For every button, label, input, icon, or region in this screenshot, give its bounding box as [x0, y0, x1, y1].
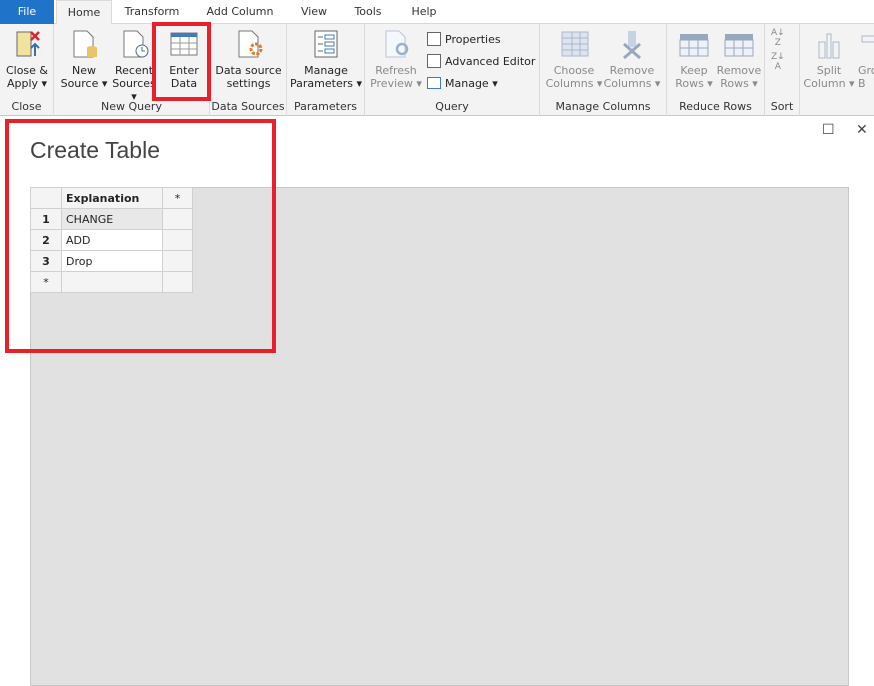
group-by-icon	[861, 35, 874, 43]
choose-columns-icon	[561, 31, 589, 57]
split-column-button[interactable]: Split Column ▾	[802, 28, 856, 90]
maximize-button[interactable]: ☐	[822, 122, 835, 138]
remove-rows-button[interactable]: Remove Rows ▾	[715, 28, 763, 90]
tab-file[interactable]: File	[0, 0, 54, 24]
group-by-button[interactable]: GroB	[858, 28, 874, 90]
advanced-editor-button[interactable]: Advanced Editor	[427, 52, 535, 70]
remove-columns-icon	[623, 31, 641, 60]
properties-icon	[427, 32, 441, 46]
tab-tools[interactable]: Tools	[346, 0, 390, 24]
remove-rows-icon	[724, 34, 754, 57]
sort-descending-button[interactable]: Z↓ A	[771, 52, 785, 72]
ribbon: Close & Apply ▾ Close New Source ▾ Recent S…	[0, 24, 874, 116]
data-source-settings-icon	[238, 30, 262, 58]
advanced-editor-icon	[427, 54, 441, 68]
manage-parameters-button[interactable]: Manage Parameters ▾	[289, 28, 363, 90]
data-source-settings-button[interactable]: Data source settings	[212, 28, 285, 90]
tab-help[interactable]: Help	[404, 0, 444, 24]
tab-home[interactable]: Home	[56, 0, 112, 25]
close-apply-button[interactable]: Close & Apply ▾	[2, 28, 52, 90]
recent-sources-icon	[123, 30, 149, 58]
tab-view[interactable]: View	[294, 0, 334, 24]
group-reduce-rows: Keep Rows ▾ Remove Rows ▾ Reduce Rows	[667, 24, 765, 116]
group-close: Close & Apply ▾ Close	[0, 24, 54, 116]
ribbon-tabs: File Home Transform Add Column View Tool…	[0, 0, 874, 25]
group-sort: A↓ Z Z↓ A Sort	[765, 24, 800, 116]
choose-columns-button[interactable]: Choose Columns ▾	[544, 28, 604, 90]
new-source-button[interactable]: New Source ▾	[60, 28, 108, 90]
refresh-icon	[385, 30, 409, 58]
manage-button[interactable]: Manage ▾	[427, 74, 498, 92]
manage-table-icon	[427, 77, 441, 89]
enter-data-highlight	[152, 22, 211, 101]
close-apply-icon	[16, 31, 40, 57]
split-column-icon	[818, 33, 840, 59]
new-source-icon	[73, 30, 97, 58]
keep-rows-icon	[679, 34, 709, 57]
sort-ascending-button[interactable]: A↓ Z	[771, 28, 785, 48]
properties-button[interactable]: Properties	[427, 30, 501, 48]
remove-columns-button[interactable]: Remove Columns ▾	[602, 28, 662, 90]
parameters-icon	[314, 30, 338, 58]
tab-add-column[interactable]: Add Column	[200, 0, 280, 24]
recent-sources-button[interactable]: Recent Sources ▾	[110, 28, 158, 103]
close-button[interactable]: ✕	[856, 122, 868, 138]
group-parameters: Manage Parameters ▾ Parameters	[287, 24, 365, 116]
group-data-sources: Data source settings Data Sources	[210, 24, 287, 116]
group-query: Refresh Preview ▾ Properties Advanced Edi…	[365, 24, 540, 116]
group-manage-columns: Choose Columns ▾ Remove Columns ▾ Manage C…	[540, 24, 667, 116]
create-table-highlight	[5, 119, 276, 353]
keep-rows-button[interactable]: Keep Rows ▾	[671, 28, 717, 90]
tab-transform[interactable]: Transform	[118, 0, 186, 24]
refresh-preview-button[interactable]: Refresh Preview ▾	[369, 28, 423, 90]
